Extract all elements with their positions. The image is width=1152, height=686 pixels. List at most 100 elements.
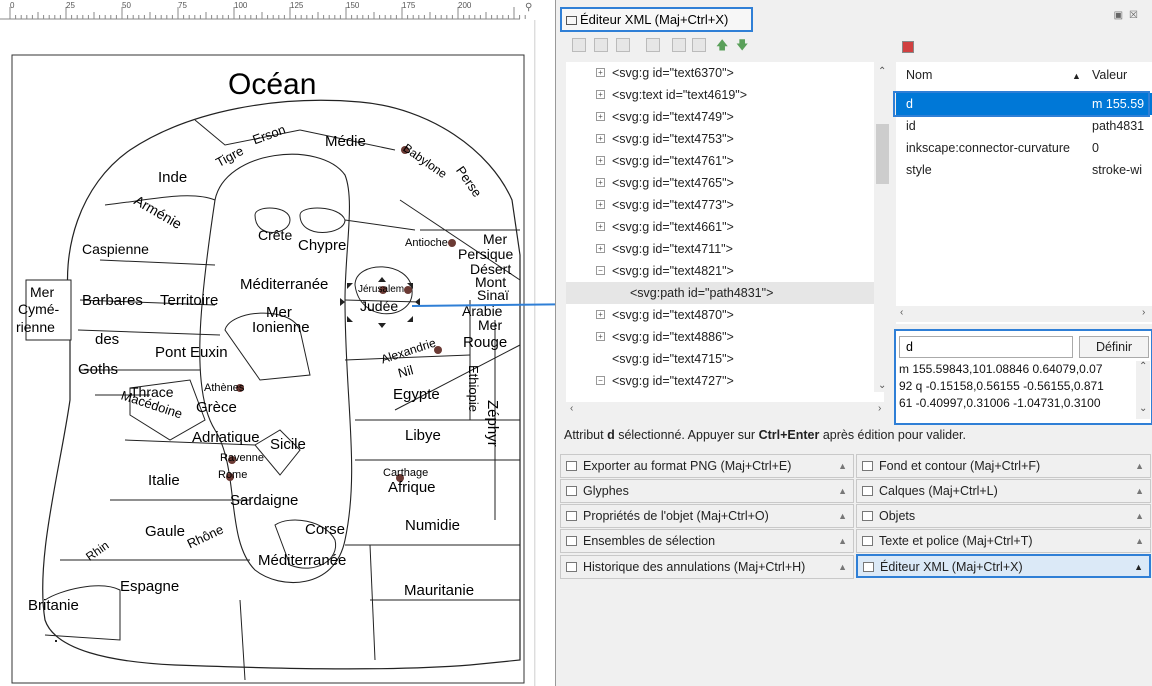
dock-iconify-icon[interactable]: ▣ [1114,10,1129,21]
expander-icon[interactable]: + [596,134,605,143]
tree-node-label: <svg:g id="text4727"> [612,374,734,388]
expander-icon[interactable]: + [596,200,605,209]
sort-asc-icon[interactable]: ▲ [1072,71,1081,81]
expander-icon[interactable]: + [596,90,605,99]
label-mer-ionienne-2: Ionienne [252,319,310,336]
attr-row[interactable]: inkscape:connector-curvature 0 [896,137,1152,159]
xml-editor-dock: Éditeur XML (Maj+Ctrl+X) ▣☒ 🡅 🡇 + <svg:g … [555,0,1152,686]
panel-glyphs[interactable]: Glyphes ▲ [560,479,854,503]
attr-horizontal-scrollbar[interactable]: ‹ › [896,306,1152,322]
chevron-up-icon: ▲ [1135,461,1144,471]
set-attribute-button[interactable]: Définir [1079,336,1149,358]
attr-header-name[interactable]: Nom [906,68,932,82]
properties-icon [566,511,577,521]
tree-horizontal-scrollbar[interactable]: ‹ › [566,402,894,418]
expander-icon[interactable]: + [596,222,605,231]
panel-xml-editor[interactable]: Éditeur XML (Maj+Ctrl+X) ▲ [856,554,1151,578]
attr-name: style [906,163,932,177]
attr-value: path4831 [1092,119,1145,133]
attr-name-field[interactable]: d [899,336,1073,358]
duplicate-node-icon[interactable] [616,38,630,52]
expander-icon[interactable]: + [596,68,605,77]
tree-node[interactable]: + <svg:g id="text4886"> [566,326,884,348]
tree-node[interactable]: + <svg:g id="text4773"> [566,194,884,216]
xml-editor-title-text: Éditeur XML (Maj+Ctrl+X) [580,12,729,27]
dock-controls[interactable]: ▣☒ [1114,10,1144,21]
tree-node[interactable]: − <svg:g id="text4821"> [566,260,884,282]
chevron-up-icon: ▲ [1135,536,1144,546]
tree-node[interactable]: − <svg:g id="text4727"> [566,370,884,392]
attribute-table[interactable]: Nom ▲ Valeur d m 155.59 id path4831 inksca… [896,62,1152,324]
tree-node[interactable]: + <svg:g id="text4711"> [566,238,884,260]
panel-export-png[interactable]: Exporter au format PNG (Maj+Ctrl+E) ▲ [560,454,854,478]
panel-object-properties[interactable]: Propriétés de l'objet (Maj+Ctrl+O) ▲ [560,504,854,528]
xml-node-tree[interactable]: + <svg:g id="text6370"> + <svg:text id="te… [566,62,884,404]
status-hint: Attribut d sélectionné. Appuyer sur Ctrl… [564,428,966,442]
scroll-left-icon[interactable]: ‹ [900,307,903,318]
unindent-node-icon[interactable] [672,38,686,52]
dock-close-icon[interactable]: ☒ [1129,10,1144,21]
expander-icon[interactable]: + [596,310,605,319]
label-mer-cym-2: Cymé- [18,301,60,317]
collapse-icon[interactable]: − [596,266,605,275]
delete-attribute-icon[interactable] [902,41,914,53]
label-crete: Crête [258,227,293,243]
attr-header-value[interactable]: Valeur [1092,68,1127,82]
new-text-node-icon[interactable] [594,38,608,52]
lower-node-icon[interactable]: 🡇 [736,36,748,57]
expander-icon[interactable]: + [596,332,605,341]
label-numidie: Numidie [405,517,461,534]
delete-node-icon[interactable] [646,38,660,52]
attr-row-selected[interactable]: d m 155.59 [896,93,1152,115]
label-britanie: Britanie [28,597,79,614]
tree-node[interactable]: <svg:g id="text4715"> [566,348,884,370]
tree-node-selected[interactable]: <svg:path id="path4831"> [566,282,884,304]
tree-node[interactable]: + <svg:g id="text4870"> [566,304,884,326]
drawing-canvas[interactable]: 0 25 50 75 100 125 150 175 200 ⚲ Océan M… [0,0,536,686]
canvas-vertical-scrollbar[interactable]: ▲ [534,20,536,686]
expander-icon[interactable]: + [596,112,605,121]
panel-undo-history[interactable]: Historique des annulations (Maj+Ctrl+H) ▲ [560,555,854,579]
tree-vertical-scrollbar[interactable]: ⌃ ⌄ [874,62,891,392]
tree-node-label: <svg:g id="text6370"> [612,66,734,80]
panel-selection-sets[interactable]: Ensembles de sélection ▲ [560,529,854,553]
attr-value-scrollbar[interactable]: ⌃ ⌄ [1136,361,1150,419]
tree-node[interactable]: + <svg:g id="text4749"> [566,106,884,128]
tree-node[interactable]: + <svg:g id="text6370"> [566,62,884,84]
tree-node[interactable]: + <svg:g id="text4753"> [566,128,884,150]
tree-scroll-thumb[interactable] [876,124,889,184]
tree-node[interactable]: + <svg:g id="text4661"> [566,216,884,238]
label-gaule: Gaule [145,523,186,540]
attr-row[interactable]: id path4831 [896,115,1152,137]
new-element-node-icon[interactable] [572,38,586,52]
label-grece: Grèce [196,399,237,416]
indent-node-icon[interactable] [692,38,706,52]
raise-node-icon[interactable]: 🡅 [716,36,728,57]
scroll-down-icon[interactable]: ⌄ [1139,403,1147,414]
panel-text-font[interactable]: Texte et police (Maj+Ctrl+T) ▲ [856,529,1151,553]
xml-editor-title[interactable]: Éditeur XML (Maj+Ctrl+X) [560,7,753,32]
label-judee[interactable]: Judée [360,299,398,313]
chevron-up-icon: ▲ [838,536,847,546]
attr-row[interactable]: style stroke-wi [896,159,1152,181]
expander-icon[interactable]: + [596,244,605,253]
chevron-up-icon: ▲ [1134,562,1143,572]
tree-node[interactable]: + <svg:text id="text4619"> [566,84,884,106]
scroll-down-icon[interactable]: ⌄ [878,380,886,391]
scroll-up-icon[interactable]: ⌃ [1139,361,1147,372]
label-espagne: Espagne [120,578,180,595]
scroll-up-icon[interactable]: ⌃ [878,66,886,77]
tree-node[interactable]: + <svg:g id="text4765"> [566,172,884,194]
collapse-icon[interactable]: − [596,376,605,385]
tree-node[interactable]: + <svg:g id="text4761"> [566,150,884,172]
scroll-right-icon[interactable]: › [878,403,881,414]
attr-value-textarea[interactable]: m 155.59843,101.08846 0.64079,0.07 92 q … [899,361,1135,421]
scroll-right-icon[interactable]: › [1142,307,1145,318]
label-ocean: Océan [228,68,317,101]
panel-fill-stroke[interactable]: Fond et contour (Maj+Ctrl+F) ▲ [856,454,1151,478]
panel-objects[interactable]: Objets ▲ [856,504,1151,528]
panel-layers[interactable]: Calques (Maj+Ctrl+L) ▲ [856,479,1151,503]
scroll-left-icon[interactable]: ‹ [570,403,573,414]
expander-icon[interactable]: + [596,156,605,165]
expander-icon[interactable]: + [596,178,605,187]
